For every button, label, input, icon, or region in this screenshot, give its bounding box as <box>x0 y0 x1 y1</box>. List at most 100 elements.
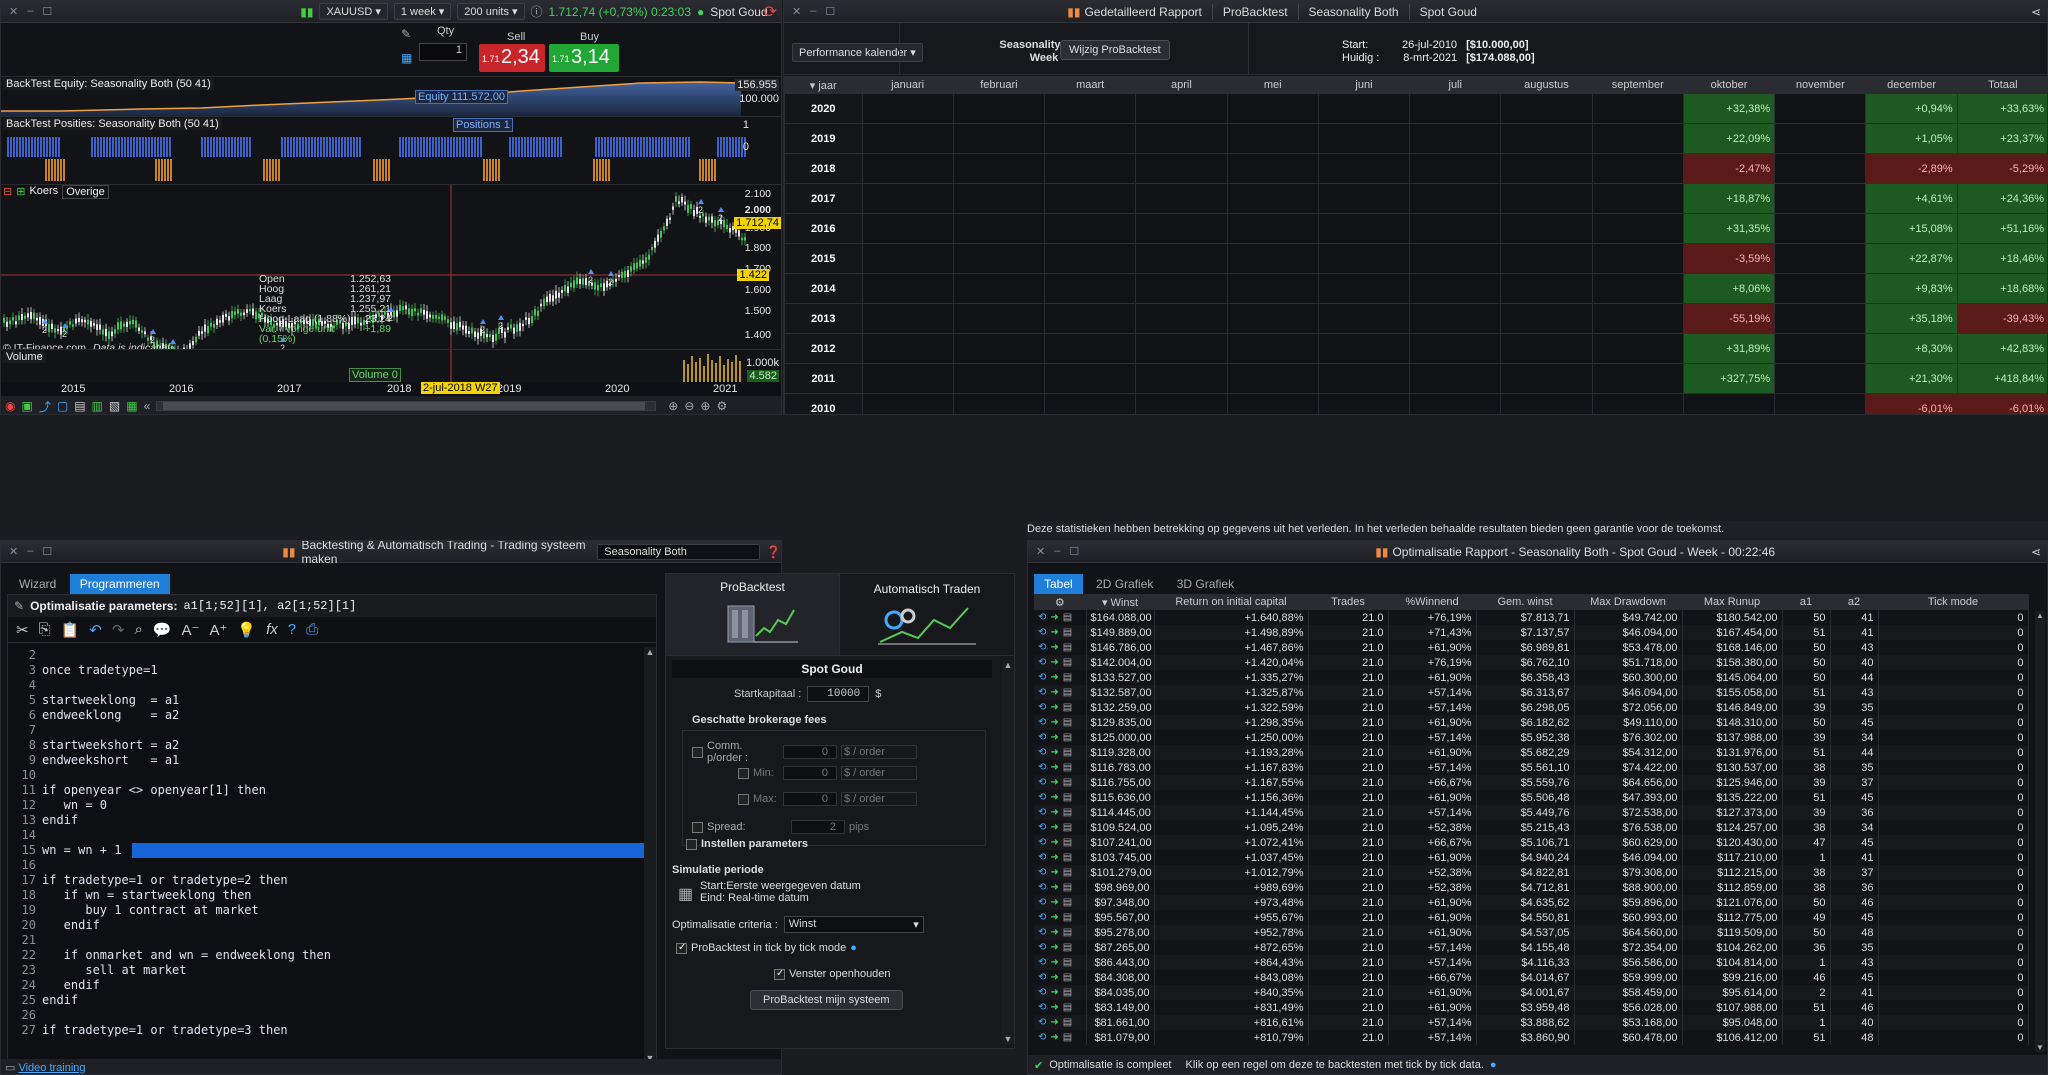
refresh-icon[interactable]: ⟳ <box>764 2 777 22</box>
column-header-year[interactable]: ▾ jaar <box>784 76 863 94</box>
report-icon[interactable]: ▤ <box>1063 1032 1072 1043</box>
code-line[interactable]: 14 <box>8 828 644 843</box>
opt-column-header[interactable]: Tick mode <box>1878 594 2029 610</box>
refresh-icon[interactable]: ⟲ <box>1038 882 1046 893</box>
arrow-icon[interactable]: ➜ <box>1050 1017 1058 1028</box>
opt-row[interactable]: ⟲ ➜ ▤ $116.783,00 +1.167,83% 21.0 +57,14% $5.56… <box>1034 760 2029 775</box>
arrow-icon[interactable]: ➜ <box>1050 912 1058 923</box>
opt-row[interactable]: ⟲ ➜ ▤ $119.328,00 +1.193,28% 21.0 +61,90% $5.68… <box>1034 745 2029 760</box>
opt-row[interactable]: ⟲ ➜ ▤ $103.745,00 +1.037,45% 21.0 +61,90% $4.94… <box>1034 850 2029 865</box>
minimize-icon[interactable]: – <box>1054 545 1060 558</box>
code-line[interactable]: 18 if wn = startweeklong then <box>8 888 644 903</box>
column-header[interactable]: maart <box>1044 76 1137 94</box>
maximize-icon[interactable]: ☐ <box>42 5 52 18</box>
column-header[interactable]: oktober <box>1682 76 1776 94</box>
arrow-icon[interactable]: ➜ <box>1050 957 1058 968</box>
maximize-icon[interactable]: ☐ <box>1069 545 1079 558</box>
opt-row[interactable]: ⟲ ➜ ▤ $125.000,00 +1.250,00% 21.0 +57,14% $5.95… <box>1034 730 2029 745</box>
chart-type-icon[interactable]: ▮▮ <box>300 5 313 19</box>
arrow-icon[interactable]: ➜ <box>1050 732 1058 743</box>
refresh-icon[interactable]: ⟲ <box>1038 657 1046 668</box>
close-icon[interactable]: ✕ <box>9 545 18 558</box>
opt-column-header[interactable]: a1 <box>1782 594 1831 610</box>
arrow-icon[interactable]: ➜ <box>1050 717 1058 728</box>
column-header[interactable]: november <box>1774 76 1867 94</box>
system-name-field[interactable]: Seasonality Both <box>597 543 761 560</box>
refresh-icon[interactable]: ⟲ <box>1038 732 1046 743</box>
tab-overige[interactable]: Overige <box>62 185 109 199</box>
report-icon[interactable]: ▤ <box>1063 762 1072 773</box>
opt-scroll-up[interactable]: ▲ <box>2035 611 2045 620</box>
opt-row[interactable]: ⟲ ➜ ▤ $107.241,00 +1.072,41% 21.0 +66,67% $5.10… <box>1034 835 2029 850</box>
tab-programmeren[interactable]: Programmeren <box>69 574 170 594</box>
zoom-fit-icon[interactable]: ⊕ <box>668 399 678 413</box>
spread-checkbox[interactable] <box>692 821 703 833</box>
zoom-out-icon[interactable]: ⊖ <box>684 399 694 413</box>
settings-icon[interactable]: ⚙ <box>716 399 727 413</box>
report-icon[interactable]: ▤ <box>1063 672 1072 683</box>
capital-input[interactable]: 10000 <box>807 686 870 702</box>
grid-icon[interactable]: ▤ <box>74 399 85 413</box>
buy-button[interactable]: 1.71 3,14 <box>549 44 619 72</box>
window-icon[interactable]: ▢ <box>57 399 68 413</box>
min-input[interactable]: 0 <box>783 766 837 780</box>
help-icon[interactable]: ❓ <box>766 545 781 559</box>
opt-row[interactable]: ⟲ ➜ ▤ $87.265,00 +872,65% 21.0 +57,14% $4.155,4… <box>1034 940 2029 955</box>
layout-icon[interactable]: ▥ <box>92 399 103 413</box>
video-training-link[interactable]: Video training <box>18 1062 85 1074</box>
opt-row[interactable]: ⟲ ➜ ▤ $116.755,00 +1.167,55% 21.0 +66,67% $5.55… <box>1034 775 2029 790</box>
close-icon[interactable]: ✕ <box>792 5 801 18</box>
tab-instrument[interactable]: Spot Goud <box>1420 5 1477 19</box>
refresh-icon[interactable]: ⟲ <box>1038 627 1046 638</box>
rewind-icon[interactable]: « <box>144 399 151 413</box>
info-icon[interactable]: ⓘ <box>531 3 543 20</box>
report-icon[interactable]: ▤ <box>1063 852 1072 863</box>
column-header[interactable]: januari <box>861 76 954 94</box>
code-line[interactable]: 27 if tradetype=1 or tradetype=3 then <box>8 1023 644 1038</box>
arrow-icon[interactable]: ➜ <box>1050 942 1058 953</box>
close-icon[interactable]: ✕ <box>9 5 18 18</box>
opt-row[interactable]: ⟲ ➜ ▤ $142.004,00 +1.420,04% 21.0 +76,19% $6.76… <box>1034 655 2029 670</box>
opt-row[interactable]: ⟲ ➜ ▤ $132.259,00 +1.322,59% 21.0 +57,14% $6.29… <box>1034 700 2029 715</box>
code-line[interactable]: 24 endif <box>8 978 644 993</box>
opt-row[interactable]: ⟲ ➜ ▤ $109.524,00 +1.095,24% 21.0 +52,38% $5.21… <box>1034 820 2029 835</box>
tab-koers[interactable]: Koers <box>29 185 58 199</box>
config-scroll-up[interactable]: ▲ <box>1002 660 1014 670</box>
code-editor[interactable]: 2 3 once tradetype=1 4 5 startweeklong = a1 6 e… <box>8 647 644 1063</box>
refresh-icon[interactable]: ⟲ <box>1038 837 1046 848</box>
comm-input[interactable]: 0 <box>783 745 837 759</box>
layers-icon[interactable]: ▧ <box>109 399 120 413</box>
refresh-icon[interactable]: ⟲ <box>1038 687 1046 698</box>
arrow-icon[interactable]: ➜ <box>1050 627 1058 638</box>
opt-column-header[interactable]: Max Drawdown <box>1574 594 1683 610</box>
refresh-icon[interactable]: ⟲ <box>1038 612 1046 623</box>
refresh-icon[interactable]: ⟲ <box>1038 897 1046 908</box>
bars-icon[interactable]: ▦ <box>126 399 137 413</box>
refresh-icon[interactable]: ⟲ <box>1038 792 1046 803</box>
calendar-dropdown[interactable]: Performance kalender ▾ <box>792 43 923 62</box>
code-line[interactable]: 25 endif <box>8 993 644 1008</box>
ticket-icon[interactable]: ▦ <box>401 51 412 65</box>
zoom-in-icon[interactable]: ⊕ <box>700 399 710 413</box>
report-icon[interactable]: ▤ <box>1063 687 1072 698</box>
refresh-icon[interactable]: ⟲ <box>1038 777 1046 788</box>
opt-row[interactable]: ⟲ ➜ ▤ $114.445,00 +1.144,45% 21.0 +57,14% $5.44… <box>1034 805 2029 820</box>
arrow-icon[interactable]: ➜ <box>1050 1002 1058 1013</box>
config-scrollbar[interactable]: ▲ ▼ <box>1002 660 1014 1044</box>
share-icon[interactable]: ⤴ <box>39 398 51 415</box>
share-icon[interactable]: ⋖ <box>2031 5 2041 19</box>
refresh-icon[interactable]: ⟲ <box>1038 942 1046 953</box>
arrow-icon[interactable]: ➜ <box>1050 972 1058 983</box>
code-line[interactable]: 22 if onmarket and wn = endweeklong then <box>8 948 644 963</box>
spread-input[interactable]: 2 <box>791 820 845 834</box>
opt-scroll-down[interactable]: ▼ <box>2035 1043 2045 1052</box>
code-line[interactable]: 4 <box>8 678 644 693</box>
minimize-icon[interactable]: – <box>27 5 33 18</box>
report-icon[interactable]: ▤ <box>1063 1002 1072 1013</box>
instellen-checkbox[interactable] <box>686 838 697 850</box>
tab-probacktest[interactable]: ProBacktest <box>1223 5 1288 19</box>
refresh-icon[interactable]: ⟲ <box>1038 642 1046 653</box>
refresh-icon[interactable]: ⟲ <box>1038 702 1046 713</box>
maximize-icon[interactable]: ☐ <box>42 545 52 558</box>
editor-scroll-up[interactable]: ▲ <box>644 647 656 657</box>
